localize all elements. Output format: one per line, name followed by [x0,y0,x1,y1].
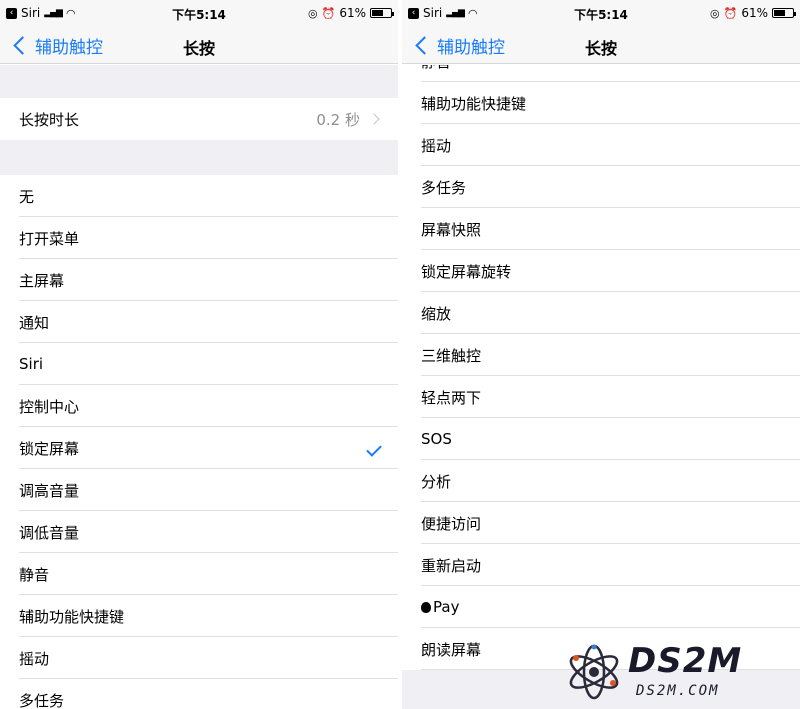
section-gap [0,65,398,98]
watermark-title: DS2M [628,641,743,681]
option-row[interactable]: 锁定屏幕旋转 [402,250,800,292]
option-row[interactable]: Siri [0,343,398,385]
battery-percent: 61% [339,6,366,20]
checkmark-icon [366,441,382,457]
option-row[interactable]: 多任务 [402,166,800,208]
option-row[interactable]: 摇动 [402,124,800,166]
option-row[interactable]: 摇动 [0,637,398,679]
navigation-bar: 辅助触控 长按 [402,26,800,64]
action-options-list: 无打开菜单主屏幕通知 Siri 控制中心锁定屏幕调高音量调低音量静音辅助功能快捷键摇… [0,175,398,709]
option-label: SOS [421,430,452,448]
left-screen: ‹ Siri ▂▄▆ ◠ 下午5:14 ◎ ⏰ 61% 辅助触控 长按 长按时长… [0,0,398,709]
option-label: 摇动 [19,649,50,668]
option-row[interactable]: 无 [0,175,398,217]
duration-value: 0.2 秒 [316,110,360,129]
option-label: Pay [433,598,460,616]
option-row[interactable]: 辅助功能快捷键 [0,595,398,637]
option-label: 辅助功能快捷键 [19,607,125,626]
option-label: 调低音量 [19,523,80,542]
location-icon: ◎ [710,6,720,20]
option-label: 缩放 [421,304,452,323]
settings-list-scrolled: 静音辅助功能快捷键摇动多任务屏幕快照锁定屏幕旋转缩放三维触控轻点两下 SOS 分析便… [402,65,800,709]
option-label: 多任务 [19,691,65,709]
option-row[interactable]: 静音 [0,553,398,595]
page-title: 长按 [584,39,617,58]
option-label: 调高音量 [19,481,80,500]
option-row[interactable]: 重新启动 [402,544,800,586]
option-label: 打开菜单 [19,229,80,248]
alarm-icon: ⏰ [321,6,336,20]
option-label: 控制中心 [19,397,80,416]
option-label: 轻点两下 [421,388,482,407]
atom-logo-icon [569,644,619,700]
section-gap [0,140,398,175]
option-row[interactable]: 屏幕快照 [402,208,800,250]
battery-icon [772,8,796,18]
option-label: 三维触控 [421,346,482,365]
apple-icon [421,601,431,613]
option-label: 静音 [421,65,451,72]
option-row[interactable]: SOS [402,418,800,460]
option-label: Siri [19,355,44,373]
location-icon: ◎ [308,6,318,20]
settings-list: 长按时长 0.2 秒 无打开菜单主屏幕通知 Siri 控制中心锁定屏幕调高音量调低音… [0,65,398,709]
action-options-list: 静音辅助功能快捷键摇动多任务屏幕快照锁定屏幕旋转缩放三维触控轻点两下 SOS 分析便… [402,65,800,670]
watermark-subtitle: DS2M.COM [636,683,720,699]
option-label: 无 [19,187,35,206]
option-row[interactable]: Pay [402,586,800,628]
option-row[interactable]: 锁定屏幕 [0,427,398,469]
page-title: 长按 [182,39,215,58]
apple-pay-label: Pay [421,598,459,616]
option-label: 便捷访问 [421,514,482,533]
option-row[interactable]: 轻点两下 [402,376,800,418]
option-row[interactable]: 多任务 [0,679,398,709]
navigation-bar: 辅助触控 长按 [0,26,398,64]
option-label: 多任务 [421,178,467,197]
status-bar: ‹ Siri ▂▄▆ ◠ 下午5:14 ◎ ⏰ 61% [0,0,398,26]
option-label: 摇动 [421,136,452,155]
battery-icon [370,8,394,18]
watermark: DS2M DS2M.COM [564,641,786,703]
option-row[interactable]: 通知 [0,301,398,343]
option-label: 分析 [421,472,452,491]
option-label: 锁定屏幕旋转 [421,262,512,281]
option-label: 锁定屏幕 [19,439,80,458]
option-row[interactable]: 分析 [402,460,800,502]
option-label: 静音 [19,565,50,584]
option-label: 通知 [19,313,50,332]
option-label: 重新启动 [421,556,482,575]
option-row[interactable]: 调低音量 [0,511,398,553]
option-row[interactable]: 静音 [402,65,800,82]
option-row[interactable]: 三维触控 [402,334,800,376]
battery-percent: 61% [741,6,768,20]
alarm-icon: ⏰ [723,6,738,20]
option-label: 辅助功能快捷键 [421,94,527,113]
option-row[interactable]: 调高音量 [0,469,398,511]
option-row[interactable]: 控制中心 [0,385,398,427]
option-label: 朗读屏幕 [421,640,482,659]
option-row[interactable]: 便捷访问 [402,502,800,544]
option-label: 屏幕快照 [421,220,482,239]
status-bar: ‹ Siri ▂▄▆ ◠ 下午5:14 ◎ ⏰ 61% [402,0,800,26]
right-screen: ‹ Siri ▂▄▆ ◠ 下午5:14 ◎ ⏰ 61% 辅助触控 长按 静音辅助… [402,0,800,709]
duration-label: 长按时长 [19,110,80,129]
option-row[interactable]: 缩放 [402,292,800,334]
option-row[interactable]: 打开菜单 [0,217,398,259]
option-row[interactable]: 主屏幕 [0,259,398,301]
option-row[interactable]: 辅助功能快捷键 [402,82,800,124]
chevron-right-icon [368,113,380,125]
duration-row[interactable]: 长按时长 0.2 秒 [0,98,398,140]
option-label: 主屏幕 [19,271,65,290]
